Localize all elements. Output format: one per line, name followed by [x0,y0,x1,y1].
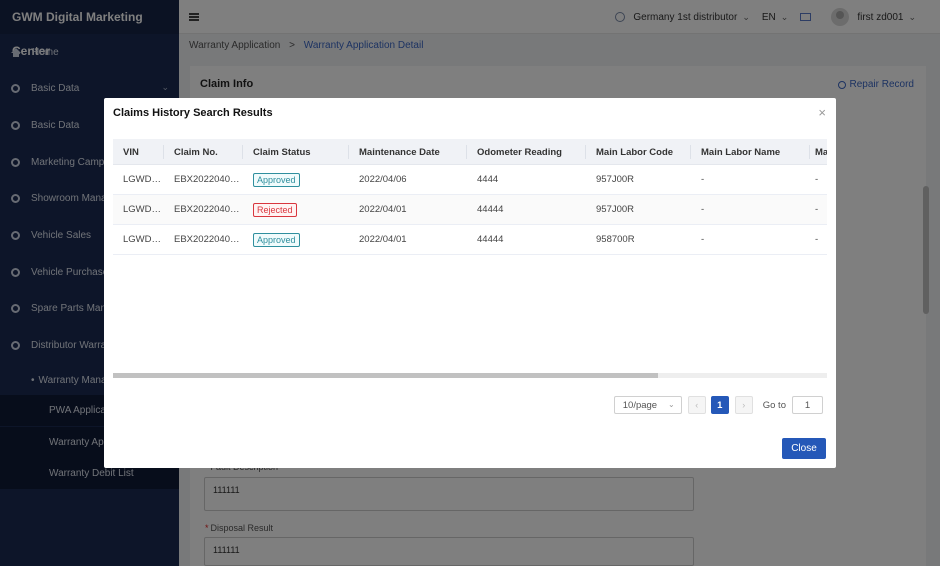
cell-extra: - [815,234,819,245]
status-badge: Approved [253,232,300,247]
page-size-select[interactable]: 10/page ⌄ [613,396,682,414]
table-row[interactable]: LGWD… EBX2022040… Approved 2022/04/01 44… [113,225,827,255]
column-header[interactable]: Odometer Reading [467,145,586,159]
cell-claim-no: EBX2022040… [174,174,240,185]
cell-claim-no: EBX2022040… [174,204,240,215]
close-icon[interactable]: × [818,105,826,120]
column-header[interactable]: Main Labor Code [586,145,691,159]
cell-vin: LGWD… [123,174,161,185]
close-button[interactable]: Close [782,438,826,459]
cell-labor-name: - [701,204,705,215]
pagination: 10/page ⌄ ‹ 1 › Go to 1 [613,396,823,414]
cell-labor-code: 957J00R [596,204,635,215]
column-header[interactable]: Claim No. [164,145,243,159]
cell-status: Rejected [243,202,349,217]
cell-extra: - [815,204,819,215]
column-header[interactable]: VIN [113,145,164,159]
cell-status: Approved [243,172,349,187]
cell-labor-code: 958700R [596,234,635,245]
page-size-value: 10/page [622,399,658,411]
status-badge: Approved [253,172,300,187]
cell-vin: LGWD… [123,234,161,245]
cell-date: 2022/04/06 [359,174,407,185]
table-row[interactable]: LGWD… EBX2022040… Approved 2022/04/06 44… [113,165,827,195]
claims-table: VIN Claim No. Claim Status Maintenance D… [113,139,827,255]
cell-labor-code: 957J00R [596,174,635,185]
table-row[interactable]: LGWD… EBX2022040… Rejected 2022/04/01 44… [113,195,827,225]
next-page-button[interactable]: › [734,396,753,414]
column-header[interactable]: Maintenance Date [349,145,467,159]
cell-claim-no: EBX2022040… [174,234,240,245]
cell-status: Approved [243,232,349,247]
scrollbar-thumb[interactable] [113,373,658,378]
cell-labor-name: - [701,234,705,245]
cell-odometer: 4444 [477,174,499,185]
goto-page-input[interactable]: 1 [792,396,823,414]
cell-vin: LGWD… [123,204,161,215]
chevron-down-icon: ⌄ [668,400,675,409]
column-header[interactable]: Main Labor Name [691,145,810,159]
cell-labor-name: - [701,174,705,185]
column-header[interactable]: Claim Status [243,145,349,159]
modal-title: Claims History Search Results [113,107,273,119]
table-horizontal-scrollbar[interactable] [113,373,827,378]
cell-odometer: 44444 [477,234,504,245]
prev-page-button[interactable]: ‹ [687,396,706,414]
cell-odometer: 44444 [477,204,504,215]
cell-date: 2022/04/01 [359,204,407,215]
goto-label: Go to [762,399,786,411]
column-header[interactable]: Ma [810,145,827,159]
page-number-current[interactable]: 1 [710,396,729,414]
cell-extra: - [815,174,819,185]
status-badge: Rejected [253,202,297,217]
table-header: VIN Claim No. Claim Status Maintenance D… [113,139,827,165]
cell-date: 2022/04/01 [359,234,407,245]
claims-history-modal: Claims History Search Results × VIN Clai… [104,98,836,468]
